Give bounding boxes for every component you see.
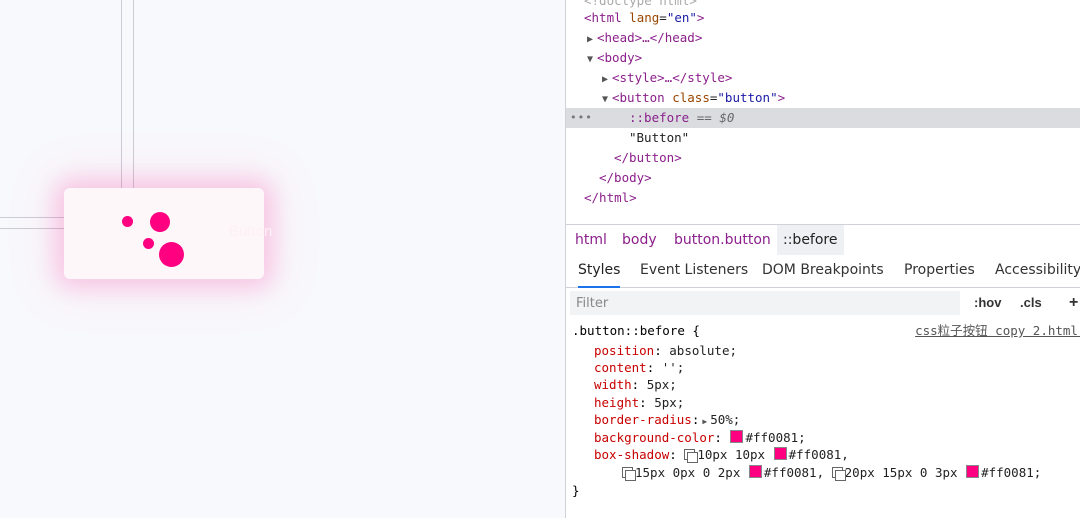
demo-button-label: Button	[229, 223, 273, 240]
demo-button[interactable]: Button	[64, 188, 272, 279]
dom-tree: <!doctype html> <html lang="en"> ▶ <head>…	[566, 0, 1080, 222]
tab-accessibility[interactable]: Accessibility	[995, 255, 1080, 286]
dom-node-body-close[interactable]: </body>	[566, 168, 1080, 188]
source-link[interactable]: css粒子按钮 copy 2.html:3	[915, 322, 1080, 340]
tab-properties[interactable]: Properties	[904, 255, 975, 286]
page-preview: Button	[0, 0, 565, 518]
expand-arrow-icon[interactable]: ▶	[602, 70, 612, 90]
add-rule-button[interactable]: +	[1069, 288, 1078, 318]
css-declaration[interactable]: background-color: #ff0081;	[594, 429, 806, 447]
particle-dot	[150, 212, 170, 232]
color-swatch-icon[interactable]	[748, 465, 762, 478]
dom-node-body[interactable]: ▼ <body>	[566, 48, 1080, 68]
expand-triangle-icon[interactable]: ▶	[702, 417, 707, 426]
dom-node-before-selected[interactable]: ••• ::before == $0	[566, 108, 1080, 128]
css-declaration[interactable]: content: '';	[594, 359, 684, 377]
dom-node-text[interactable]: "Button"	[566, 128, 1080, 148]
css-rule-close: }	[572, 483, 580, 498]
breadcrumb-button[interactable]: button.button	[674, 225, 771, 255]
particle-dot	[143, 238, 154, 249]
color-swatch-icon[interactable]	[730, 430, 744, 443]
class-toggle-button[interactable]: .cls	[1020, 288, 1042, 318]
breadcrumb-html[interactable]: html	[575, 225, 607, 255]
color-swatch-icon[interactable]	[966, 465, 980, 478]
dom-node-html-close[interactable]: </html>	[566, 188, 1080, 208]
breadcrumb: html body button.button ::before	[566, 224, 1080, 256]
css-declaration-continued: 15px 0px 0 2px #ff0081, 20px 15px 0 3px …	[622, 464, 1041, 482]
particle-dot	[159, 242, 184, 267]
shadow-editor-icon[interactable]	[831, 467, 846, 481]
tab-event-listeners[interactable]: Event Listeners	[640, 255, 748, 286]
dom-node-button[interactable]: ▼ <button class="button">	[566, 88, 1080, 108]
shadow-editor-icon[interactable]	[684, 449, 699, 463]
shadow-editor-icon[interactable]	[622, 467, 636, 481]
devtools-tabs: Styles Event Listeners DOM Breakpoints P…	[566, 255, 1080, 288]
hover-state-button[interactable]: :hov	[974, 288, 1001, 318]
dom-node-style[interactable]: ▶ <style>…</style>	[566, 68, 1080, 88]
css-declaration[interactable]: box-shadow: 10px 10px #ff0081,	[594, 446, 849, 464]
expand-arrow-icon[interactable]: ▶	[587, 30, 597, 50]
css-selector: .button::before {	[572, 323, 700, 338]
particle-dot	[122, 216, 133, 227]
dom-node-button-close[interactable]: </button>	[566, 148, 1080, 168]
more-options-icon[interactable]: •••	[570, 108, 593, 128]
tab-dom-breakpoints[interactable]: DOM Breakpoints	[762, 255, 884, 286]
css-declaration[interactable]: border-radius: ▶ 50%;	[594, 411, 740, 429]
tab-styles[interactable]: Styles	[578, 255, 621, 288]
css-declaration[interactable]: width: 5px;	[594, 376, 677, 394]
css-declaration[interactable]: height: 5px;	[594, 394, 684, 412]
styles-pane: .button::before { css粒子按钮 copy 2.html:3 …	[566, 320, 1080, 518]
filter-input[interactable]	[570, 291, 960, 315]
dom-node-html[interactable]: <html lang="en">	[566, 8, 1080, 28]
breadcrumb-body[interactable]: body	[622, 225, 657, 255]
css-declaration[interactable]: position: absolute;	[594, 342, 737, 360]
devtools-panel: <!doctype html> <html lang="en"> ▶ <head>…	[565, 0, 1080, 518]
color-swatch-icon[interactable]	[773, 447, 787, 460]
breadcrumb-before[interactable]: ::before	[777, 225, 844, 255]
dom-node-head[interactable]: ▶ <head>…</head>	[566, 28, 1080, 48]
css-rule-header: .button::before { css粒子按钮 copy 2.html:3	[572, 322, 1080, 340]
filter-bar: :hov .cls +	[566, 288, 1080, 318]
collapse-arrow-icon[interactable]: ▼	[587, 50, 597, 70]
collapse-arrow-icon[interactable]: ▼	[602, 90, 612, 110]
